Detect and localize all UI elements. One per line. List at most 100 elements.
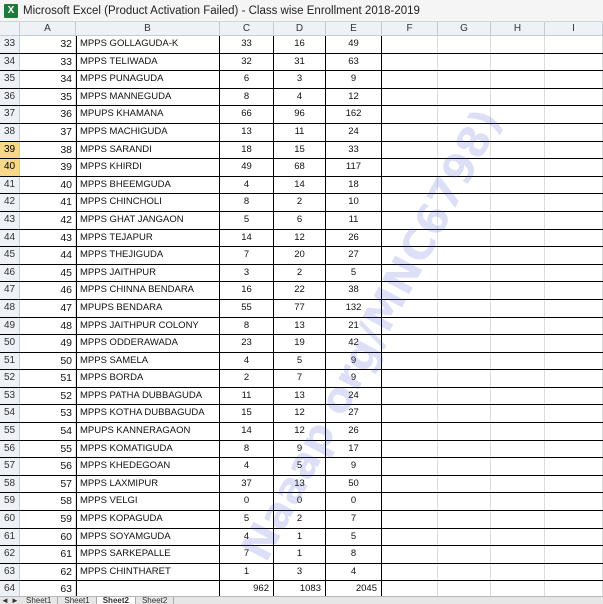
girls-count-cell[interactable]: 31 xyxy=(274,53,326,71)
total-count-cell[interactable]: 9 xyxy=(326,370,382,387)
boys-count-cell[interactable]: 6 xyxy=(220,71,274,88)
empty-cell[interactable] xyxy=(382,176,438,194)
empty-cell[interactable] xyxy=(382,53,438,71)
serial-number-cell[interactable]: 52 xyxy=(20,387,76,405)
empty-cell[interactable] xyxy=(438,106,491,123)
girls-count-cell[interactable]: 20 xyxy=(274,247,326,264)
boys-count-cell[interactable]: 23 xyxy=(220,335,274,352)
empty-cell[interactable] xyxy=(491,53,545,71)
boys-count-cell[interactable]: 4 xyxy=(220,458,274,475)
serial-number-cell[interactable]: 56 xyxy=(20,458,76,475)
total-count-cell[interactable]: 8 xyxy=(326,546,382,563)
empty-cell[interactable] xyxy=(491,159,545,176)
empty-cell[interactable] xyxy=(382,493,438,511)
empty-cell[interactable] xyxy=(438,493,491,511)
row-header[interactable]: 57 xyxy=(0,458,20,475)
girls-count-cell[interactable]: 13 xyxy=(274,387,326,405)
serial-number-cell[interactable]: 45 xyxy=(20,264,76,282)
total-count-cell[interactable]: 27 xyxy=(326,247,382,264)
boys-count-cell[interactable]: 8 xyxy=(220,194,274,211)
empty-cell[interactable] xyxy=(545,475,603,493)
row-header[interactable]: 58 xyxy=(0,475,20,493)
girls-count-cell[interactable]: 3 xyxy=(274,71,326,88)
empty-cell[interactable] xyxy=(491,247,545,264)
empty-cell[interactable] xyxy=(438,36,491,53)
empty-cell[interactable] xyxy=(382,405,438,423)
empty-cell[interactable] xyxy=(545,423,603,440)
empty-cell[interactable] xyxy=(438,335,491,352)
empty-cell[interactable] xyxy=(382,36,438,53)
column-header-b[interactable]: B xyxy=(76,22,220,35)
empty-cell[interactable] xyxy=(438,229,491,247)
serial-number-cell[interactable]: 62 xyxy=(20,563,76,581)
total-count-cell[interactable]: 12 xyxy=(326,88,382,106)
serial-number-cell[interactable]: 47 xyxy=(20,299,76,317)
school-name-cell[interactable]: MPPS VELGI xyxy=(76,493,220,511)
empty-cell[interactable] xyxy=(382,335,438,352)
boys-count-cell[interactable]: 5 xyxy=(220,511,274,528)
empty-cell[interactable] xyxy=(382,282,438,299)
empty-cell[interactable] xyxy=(438,458,491,475)
girls-count-cell[interactable]: 12 xyxy=(274,229,326,247)
school-name-cell[interactable]: MPPS CHINNA BENDARA xyxy=(76,282,220,299)
boys-count-cell[interactable]: 4 xyxy=(220,528,274,546)
row-header[interactable]: 56 xyxy=(0,440,20,458)
serial-number-cell[interactable]: 35 xyxy=(20,88,76,106)
empty-cell[interactable] xyxy=(545,264,603,282)
empty-cell[interactable] xyxy=(438,282,491,299)
empty-cell[interactable] xyxy=(491,229,545,247)
school-name-cell[interactable]: MPPS BORDA xyxy=(76,370,220,387)
total-count-cell[interactable]: 9 xyxy=(326,71,382,88)
girls-count-cell[interactable]: 11 xyxy=(274,123,326,141)
empty-cell[interactable] xyxy=(545,352,603,370)
school-name-cell[interactable]: MPPS TELIWADA xyxy=(76,53,220,71)
empty-cell[interactable] xyxy=(438,176,491,194)
empty-cell[interactable] xyxy=(491,528,545,546)
row-header[interactable]: 46 xyxy=(0,264,20,282)
row-header[interactable]: 59 xyxy=(0,493,20,511)
column-header-h[interactable]: H xyxy=(491,22,545,35)
serial-number-cell[interactable]: 53 xyxy=(20,405,76,423)
row-header[interactable]: 62 xyxy=(0,546,20,563)
serial-number-cell[interactable]: 33 xyxy=(20,53,76,71)
school-name-cell[interactable]: MPPS GHAT JANGAON xyxy=(76,211,220,229)
boys-count-cell[interactable]: 14 xyxy=(220,423,274,440)
empty-cell[interactable] xyxy=(545,159,603,176)
school-name-cell[interactable]: MPPS BHEEMGUDA xyxy=(76,176,220,194)
empty-cell[interactable] xyxy=(438,352,491,370)
school-name-cell[interactable]: MPPS JAITHPUR xyxy=(76,264,220,282)
school-name-cell[interactable]: MPPS JAITHPUR COLONY xyxy=(76,317,220,335)
empty-cell[interactable] xyxy=(382,458,438,475)
empty-cell[interactable] xyxy=(382,387,438,405)
row-header[interactable]: 41 xyxy=(0,176,20,194)
school-name-cell[interactable]: MPPS SARKEPALLE xyxy=(76,546,220,563)
girls-count-cell[interactable]: 22 xyxy=(274,282,326,299)
serial-number-cell[interactable]: 57 xyxy=(20,475,76,493)
girls-count-cell[interactable]: 19 xyxy=(274,335,326,352)
empty-cell[interactable] xyxy=(382,299,438,317)
girls-count-cell[interactable]: 77 xyxy=(274,299,326,317)
empty-cell[interactable] xyxy=(438,546,491,563)
empty-cell[interactable] xyxy=(438,370,491,387)
empty-cell[interactable] xyxy=(491,563,545,581)
total-count-cell[interactable]: 27 xyxy=(326,405,382,423)
empty-cell[interactable] xyxy=(545,563,603,581)
row-header[interactable]: 36 xyxy=(0,88,20,106)
serial-number-cell[interactable]: 41 xyxy=(20,194,76,211)
row-header[interactable]: 42 xyxy=(0,194,20,211)
empty-cell[interactable] xyxy=(382,423,438,440)
school-name-cell[interactable]: MPPS PATHA DUBBAGUDA xyxy=(76,387,220,405)
school-name-cell[interactable]: MPUPS KANNERAGAON xyxy=(76,423,220,440)
total-count-cell[interactable]: 42 xyxy=(326,335,382,352)
empty-cell[interactable] xyxy=(382,106,438,123)
school-name-cell[interactable]: MPPS LAXMIPUR xyxy=(76,475,220,493)
excel-app-icon[interactable]: X xyxy=(4,3,18,18)
row-header[interactable]: 47 xyxy=(0,282,20,299)
empty-cell[interactable] xyxy=(545,36,603,53)
boys-count-cell[interactable]: 8 xyxy=(220,88,274,106)
total-count-cell[interactable]: 162 xyxy=(326,106,382,123)
boys-count-cell[interactable]: 13 xyxy=(220,123,274,141)
school-name-cell[interactable]: MPPS KHIRDI xyxy=(76,159,220,176)
total-count-cell[interactable]: 33 xyxy=(326,141,382,159)
empty-cell[interactable] xyxy=(382,141,438,159)
